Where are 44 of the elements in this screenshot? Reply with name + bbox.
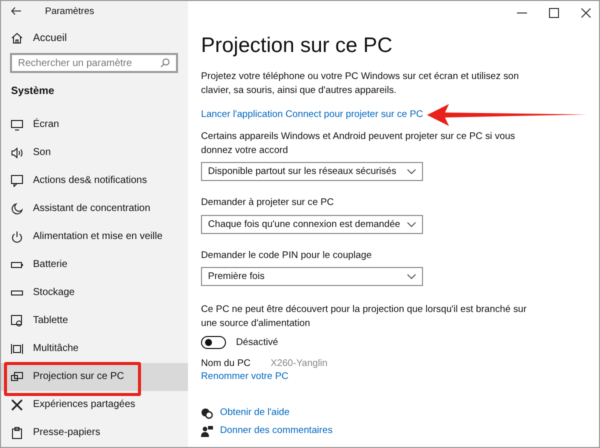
- nav-item[interactable]: Batterie: [1, 250, 188, 279]
- nav-label: Assistant de concentration: [33, 203, 150, 214]
- setting-label: Certains appareils Windows et Android peuvent projeter sur ce PC si vous donnez votre accord: [201, 130, 516, 157]
- nav-item[interactable]: Tablette: [1, 306, 188, 335]
- nav-item[interactable]: Alimentation et mise en veille: [1, 222, 188, 251]
- nav-label: Actions des& notifications: [33, 175, 147, 186]
- nav-item[interactable]: Écran: [1, 110, 188, 139]
- search-field[interactable]: Rechercher un paramètre: [10, 53, 178, 73]
- description: Projetez votre téléphone ou votre PC Windows sur cet écran et utilisez son clavier, sa souris, ainsi que d'autres appareils.: [201, 70, 520, 97]
- toggle-label: Désactivé: [236, 336, 278, 350]
- pc-name-label: Nom du PC: [201, 356, 251, 370]
- window-title: Paramètres: [45, 6, 94, 17]
- home-item[interactable]: Accueil: [11, 30, 188, 46]
- nav-item[interactable]: Expériences partagées: [1, 390, 188, 419]
- nav-label: Presse-papiers: [33, 427, 100, 438]
- nav-item[interactable]: Presse-papiers: [1, 418, 188, 447]
- nav-label: Son: [33, 147, 51, 158]
- dropdown[interactable]: Chaque fois qu'une connexion est demandée: [201, 214, 423, 234]
- nav-label: Tablette: [33, 315, 68, 326]
- nav-item[interactable]: Son: [1, 138, 188, 167]
- nav-label: Multitâche: [33, 343, 79, 354]
- nav-item[interactable]: Actions des& notifications: [1, 166, 188, 195]
- nav-label: Expériences partagées: [33, 399, 136, 410]
- help-link[interactable]: Obtenir de l'aide: [220, 406, 290, 420]
- nav-label: Stockage: [33, 287, 75, 298]
- nav-label: Alimentation et mise en veille: [33, 231, 163, 242]
- dropdown[interactable]: Disponible partout sur les réseaux sécurisés: [201, 162, 423, 181]
- nav-label: Batterie: [33, 259, 68, 270]
- home-label: Accueil: [33, 32, 67, 44]
- dropdown[interactable]: Première fois: [201, 267, 423, 286]
- help-link[interactable]: Donner des commentaires: [220, 424, 333, 438]
- pc-name-value: X260-Yanglin: [270, 356, 328, 370]
- page-title: Projection sur ce PC: [201, 34, 394, 58]
- section-heading: Système: [11, 84, 56, 97]
- nav-item[interactable]: Stockage: [1, 278, 188, 307]
- setting-label: Demander le code PIN pour le couplage: [201, 248, 373, 262]
- nav-item[interactable]: Multitâche: [1, 334, 188, 363]
- power-note: Ce PC ne peut être découvert pour la projection que lorsqu'il est branché sur une source d'alimentation: [201, 303, 528, 330]
- rename-link[interactable]: Renommer votre PC: [201, 370, 588, 384]
- nav-item[interactable]: Assistant de concentration: [1, 194, 188, 223]
- nav-label: Écran: [33, 119, 60, 130]
- setting-label: Demander à projeter sur ce PC: [201, 196, 335, 210]
- nav-label: Projection sur ce PC: [33, 371, 124, 382]
- connect-link[interactable]: Lancer l'application Connect pour projeter sur ce PC: [201, 108, 424, 122]
